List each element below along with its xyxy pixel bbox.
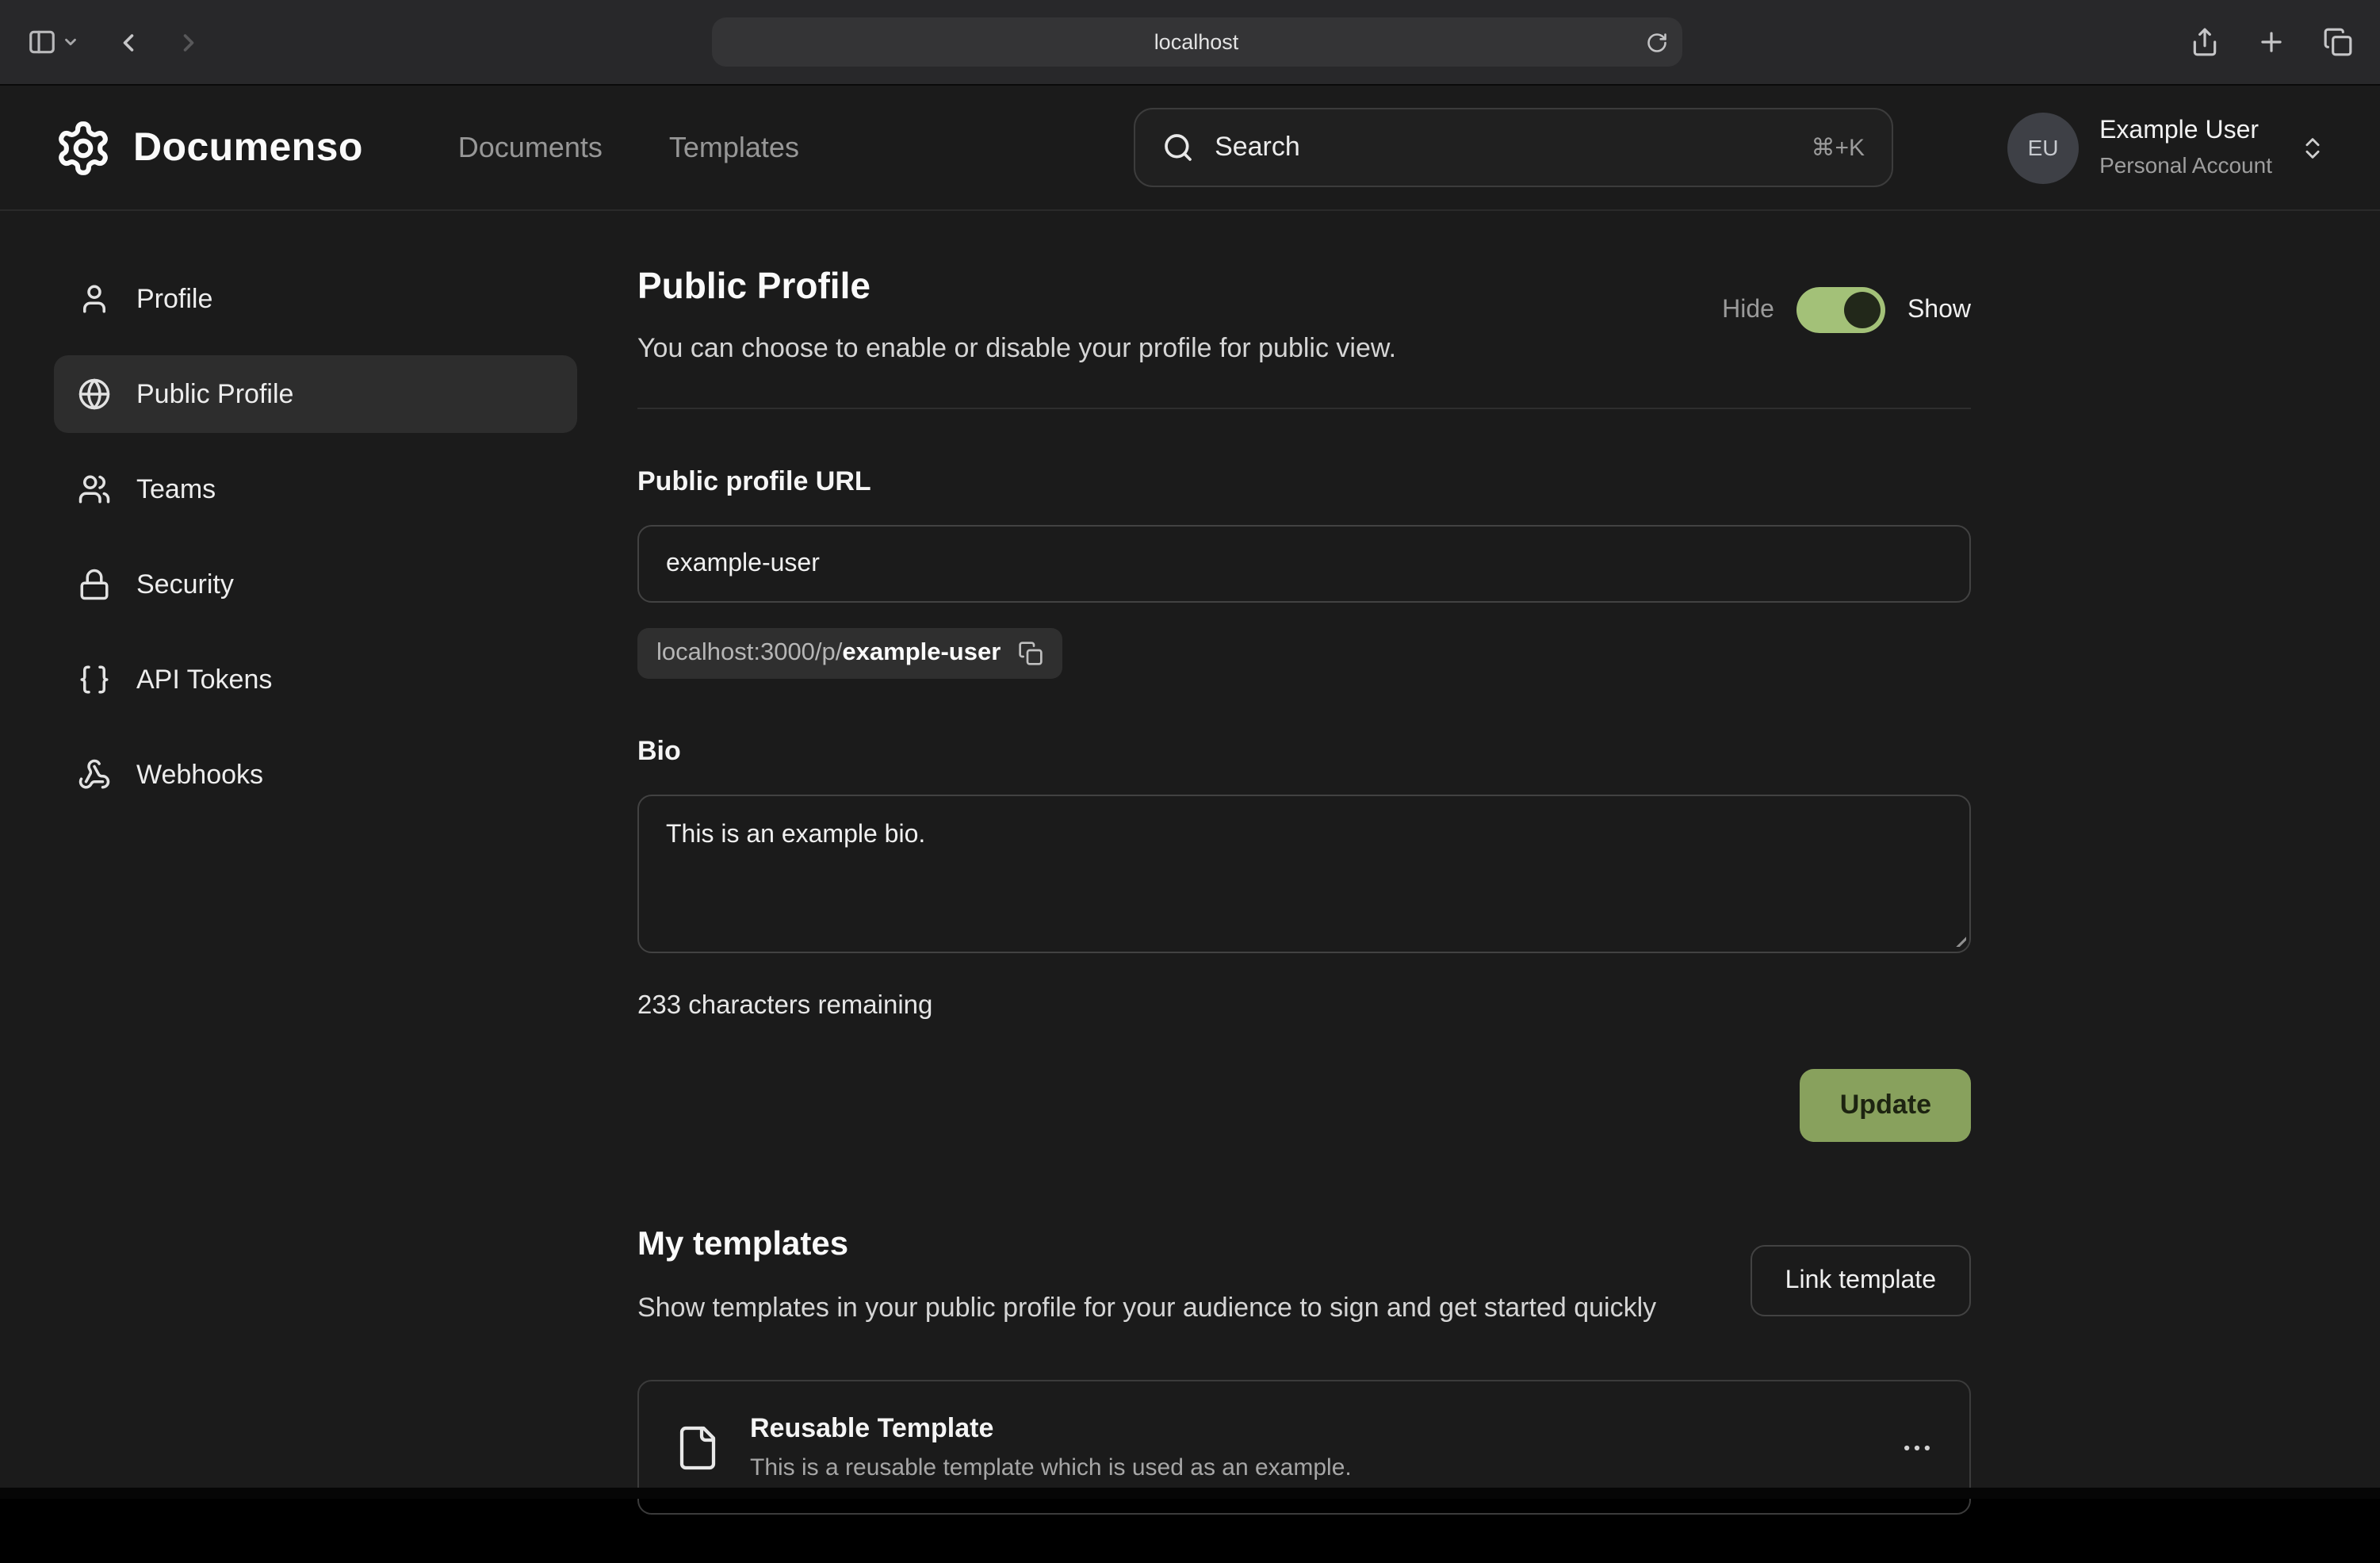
top-nav: Documents Templates [458, 131, 799, 164]
sidebar-item-profile[interactable]: Profile [54, 260, 577, 338]
characters-remaining: 233 characters remaining [637, 991, 1971, 1021]
update-button[interactable]: Update [1800, 1069, 1971, 1142]
chevron-down-icon[interactable] [62, 33, 79, 51]
profile-url-label: Public profile URL [637, 466, 1971, 498]
my-templates-description: Show templates in your public profile fo… [637, 1288, 1656, 1330]
user-icon [78, 282, 111, 316]
user-menu[interactable]: EU Example User Personal Account [2007, 112, 2326, 183]
new-tab-icon[interactable] [2256, 27, 2286, 57]
sidebar-item-security[interactable]: Security [54, 546, 577, 623]
global-search[interactable]: ⌘+K [1134, 108, 1893, 187]
forward-icon[interactable] [174, 28, 203, 56]
app-header: Documenso Documents Templates ⌘+K EU Exa… [0, 86, 2380, 211]
file-icon [674, 1424, 721, 1472]
sidebar-item-teams[interactable]: Teams [54, 450, 577, 528]
profile-visibility-toggle[interactable] [1796, 287, 1885, 333]
users-icon [78, 473, 111, 506]
my-templates-title: My templates [637, 1226, 1656, 1264]
public-profile-settings: Public Profile You can choose to enable … [637, 260, 1971, 1563]
user-account-type: Personal Account [2099, 152, 2272, 178]
chevrons-up-down-icon [2299, 134, 2326, 161]
tab-overview-icon[interactable] [2323, 27, 2353, 57]
lock-icon [78, 568, 111, 601]
show-label: Show [1907, 296, 1971, 324]
search-icon [1162, 132, 1194, 163]
documenso-logo-icon [54, 118, 113, 177]
sidebar-toggle-icon[interactable] [27, 27, 57, 57]
more-options-icon[interactable] [1900, 1431, 1934, 1465]
sidebar-item-label: Security [136, 569, 234, 600]
page-subtitle: You can choose to enable or disable your… [637, 333, 1396, 365]
search-input[interactable] [1215, 132, 1790, 163]
sidebar-item-label: Teams [136, 473, 216, 505]
link-template-button[interactable]: Link template [1751, 1245, 1971, 1316]
browser-window: localhost Documenso [0, 0, 2380, 1499]
hide-label: Hide [1722, 296, 1774, 324]
brand[interactable]: Documenso [54, 118, 363, 177]
sidebar-item-label: API Tokens [136, 664, 272, 695]
webhook-icon [78, 758, 111, 791]
nav-documents[interactable]: Documents [458, 131, 603, 164]
address-bar-url: localhost [1154, 30, 1239, 54]
share-icon[interactable] [2190, 27, 2220, 57]
avatar: EU [2007, 112, 2079, 183]
globe-icon [78, 377, 111, 411]
nav-templates[interactable]: Templates [669, 131, 799, 164]
browser-nav-controls [27, 27, 203, 57]
toggle-knob [1844, 292, 1881, 328]
template-name: Reusable Template [750, 1414, 1352, 1446]
sidebar-item-label: Webhooks [136, 759, 263, 791]
braces-icon [78, 663, 111, 696]
bio-textarea[interactable]: This is an example bio. [637, 795, 1971, 953]
copy-icon[interactable] [1018, 641, 1043, 666]
url-prefix: localhost:3000/p/example-user [656, 639, 1001, 668]
sidebar-item-label: Profile [136, 283, 212, 315]
divider [637, 408, 1971, 409]
brand-name: Documenso [133, 125, 363, 170]
page-title: Public Profile [637, 265, 1396, 308]
address-bar[interactable]: localhost [711, 17, 1682, 67]
search-shortcut: ⌘+K [1812, 133, 1865, 162]
profile-url-preview: localhost:3000/p/example-user [637, 628, 1062, 679]
profile-url-input[interactable] [637, 525, 1971, 603]
back-icon[interactable] [114, 28, 143, 56]
settings-sidebar: Profile Public Profile Teams Security [54, 260, 577, 814]
window-bottom-edge [0, 1488, 2380, 1499]
visibility-toggle-row: Hide Show [1722, 287, 1971, 333]
sidebar-item-label: Public Profile [136, 378, 293, 410]
bio-label: Bio [637, 736, 1971, 768]
sidebar-item-webhooks[interactable]: Webhooks [54, 736, 577, 814]
template-description: This is a reusable template which is use… [750, 1455, 1352, 1482]
sidebar-item-api-tokens[interactable]: API Tokens [54, 641, 577, 718]
user-name: Example User [2099, 117, 2272, 146]
browser-actions [2190, 27, 2353, 57]
sidebar-item-public-profile[interactable]: Public Profile [54, 355, 577, 433]
reload-icon[interactable] [1645, 31, 1667, 53]
browser-chrome: localhost [0, 0, 2380, 86]
